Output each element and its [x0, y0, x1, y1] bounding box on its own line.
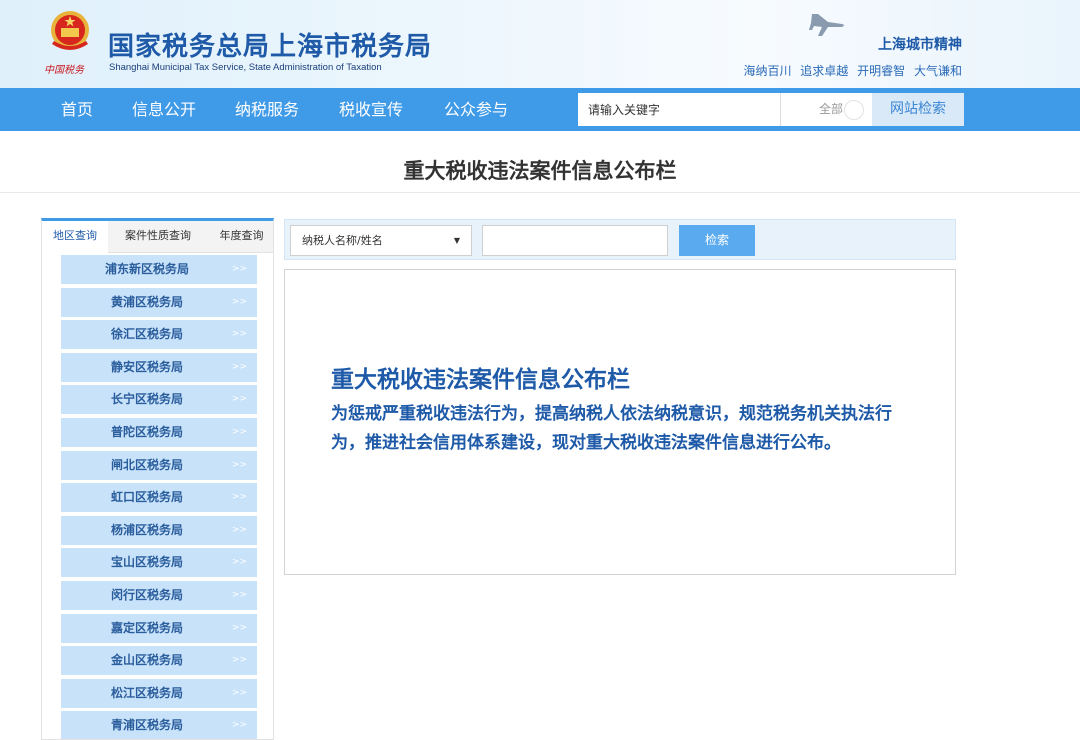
double-arrow-icon: >> — [231, 394, 247, 405]
announcement-title: 重大税收违法案件信息公布栏 — [331, 367, 630, 393]
city-spirit-word: 开明睿智 — [857, 64, 906, 78]
national-emblem-icon — [51, 11, 89, 50]
case-search-button[interactable]: 检索 — [679, 225, 755, 256]
double-arrow-icon: >> — [231, 720, 247, 731]
office-list-item[interactable]: 嘉定区税务局 >> — [61, 613, 257, 643]
nav-tax-publicity[interactable]: 税收宣传 — [339, 88, 403, 131]
office-list-item[interactable]: 杨浦区税务局 >> — [61, 515, 257, 545]
office-list-item[interactable]: 闵行区税务局 >> — [61, 580, 257, 610]
region-query-panel: 地区查询 案件性质查询 年度查询 浦东新区税务局 >> 黄浦区税务局 >> 徐汇区税务局… — [41, 218, 274, 740]
search-scope-select[interactable]: 全部 — [780, 93, 872, 126]
main-navbar: 首页 信息公开 纳税服务 税收宣传 公众参与 全部 网站检索 — [0, 88, 1080, 131]
office-list-item[interactable]: 黄浦区税务局 >> — [61, 287, 257, 317]
search-scope-label: 全部 — [819, 102, 844, 116]
tab-year[interactable]: 年度查询 — [208, 221, 273, 253]
office-label: 普陀区税务局 — [110, 424, 183, 439]
office-list-item[interactable]: 宝山区税务局 >> — [61, 548, 257, 578]
office-list-item[interactable]: 闸北区税务局 >> — [61, 450, 257, 480]
tab-region[interactable]: 地区查询 — [42, 221, 108, 253]
double-arrow-icon: >> — [231, 426, 247, 437]
tab-case-type[interactable]: 案件性质查询 — [108, 221, 208, 253]
page-title-bar: 重大税收违法案件信息公布栏 — [0, 131, 1080, 193]
office-label: 宝山区税务局 — [110, 555, 183, 570]
city-spirit-title: 上海城市精神 — [878, 37, 962, 53]
nav-tax-service[interactable]: 纳税服务 — [235, 88, 299, 131]
emblem-caption: 中国税务 — [44, 65, 84, 76]
double-arrow-icon: >> — [231, 264, 247, 274]
double-arrow-icon: >> — [231, 492, 247, 503]
office-list-item[interactable]: 青浦区税务局 >> — [61, 711, 257, 739]
double-arrow-icon: >> — [231, 622, 247, 633]
site-header: 中国税务 国家税务总局上海市税务局 Shanghai Municipal Tax… — [0, 0, 1080, 88]
double-arrow-icon: >> — [231, 589, 247, 600]
page-title: 重大税收违法案件信息公布栏 — [403, 159, 677, 183]
office-label: 杨浦区税务局 — [110, 522, 183, 537]
announcement-box: 重大税收违法案件信息公布栏 为惩戒严重税收违法行为，提高纳税人依法纳税意识，规范… — [284, 269, 956, 575]
office-list-item[interactable]: 浦东新区税务局 >> — [61, 255, 257, 284]
nav-info-disclosure[interactable]: 信息公开 — [132, 88, 196, 131]
search-field-select[interactable]: 纳税人名称/姓名 ▼ — [290, 225, 472, 256]
nav-public-participation[interactable]: 公众参与 — [444, 88, 508, 131]
office-label: 闵行区税务局 — [110, 587, 183, 602]
office-label: 青浦区税务局 — [110, 718, 183, 733]
double-arrow-icon: >> — [231, 361, 247, 372]
site-title[interactable]: 国家税务总局上海市税务局 — [108, 26, 432, 63]
site-search-input[interactable] — [578, 93, 780, 126]
tax-office-list: 浦东新区税务局 >> 黄浦区税务局 >> 徐汇区税务局 >> 静安区税务局 >> 长宁区税务局 >… — [61, 255, 257, 739]
office-label: 长宁区税务局 — [110, 392, 183, 407]
city-spirit-words: 海纳百川 追求卓越 开明睿智 大气谦和 — [738, 62, 962, 79]
double-arrow-icon: >> — [231, 687, 247, 698]
office-label: 虹口区税务局 — [110, 490, 183, 505]
office-list-item[interactable]: 松江区税务局 >> — [61, 678, 257, 708]
office-list-item[interactable]: 普陀区税务局 >> — [61, 417, 257, 447]
office-label: 徐汇区税务局 — [110, 327, 183, 342]
office-label: 黄浦区税务局 — [110, 294, 183, 309]
site-search-button[interactable]: 网站检索 — [872, 93, 964, 126]
office-label: 浦东新区税务局 — [104, 262, 189, 276]
double-arrow-icon: >> — [231, 524, 247, 535]
caret-down-icon: ▼ — [453, 236, 460, 245]
office-label: 嘉定区税务局 — [110, 620, 183, 635]
office-list-item[interactable]: 徐汇区税务局 >> — [61, 320, 257, 350]
double-arrow-icon: >> — [231, 459, 247, 470]
double-arrow-icon: >> — [231, 329, 247, 340]
airplane-icon — [809, 14, 844, 36]
double-arrow-icon: >> — [231, 296, 247, 307]
office-label: 金山区税务局 — [110, 653, 183, 668]
double-arrow-icon: >> — [231, 655, 247, 666]
keyword-input[interactable] — [482, 225, 668, 256]
double-arrow-icon: >> — [231, 557, 247, 568]
office-label: 静安区税务局 — [110, 359, 183, 374]
scope-ring-icon — [844, 100, 864, 120]
case-search-bar: 纳税人名称/姓名 ▼ 检索 — [284, 219, 956, 260]
office-list-item[interactable]: 静安区税务局 >> — [61, 352, 257, 382]
nav-home[interactable]: 首页 — [61, 88, 93, 131]
city-spirit-word: 追求卓越 — [800, 64, 849, 78]
office-list-item[interactable]: 长宁区税务局 >> — [61, 385, 257, 415]
announcement-text: 为惩戒严重税收违法行为，提高纳税人依法纳税意识，规范税务机关执法行为，推进社会信… — [331, 404, 892, 453]
office-list-item[interactable]: 金山区税务局 >> — [61, 646, 257, 676]
search-field-label: 纳税人名称/姓名 — [302, 234, 383, 247]
office-label: 松江区税务局 — [110, 685, 183, 700]
site-subtitle: Shanghai Municipal Tax Service, State Ad… — [109, 62, 382, 73]
city-spirit-word: 大气谦和 — [913, 64, 962, 78]
query-tabs: 地区查询 案件性质查询 年度查询 — [42, 221, 273, 253]
office-label: 闸北区税务局 — [110, 457, 183, 472]
city-spirit-word: 海纳百川 — [743, 64, 792, 78]
office-list-item[interactable]: 虹口区税务局 >> — [61, 483, 257, 513]
